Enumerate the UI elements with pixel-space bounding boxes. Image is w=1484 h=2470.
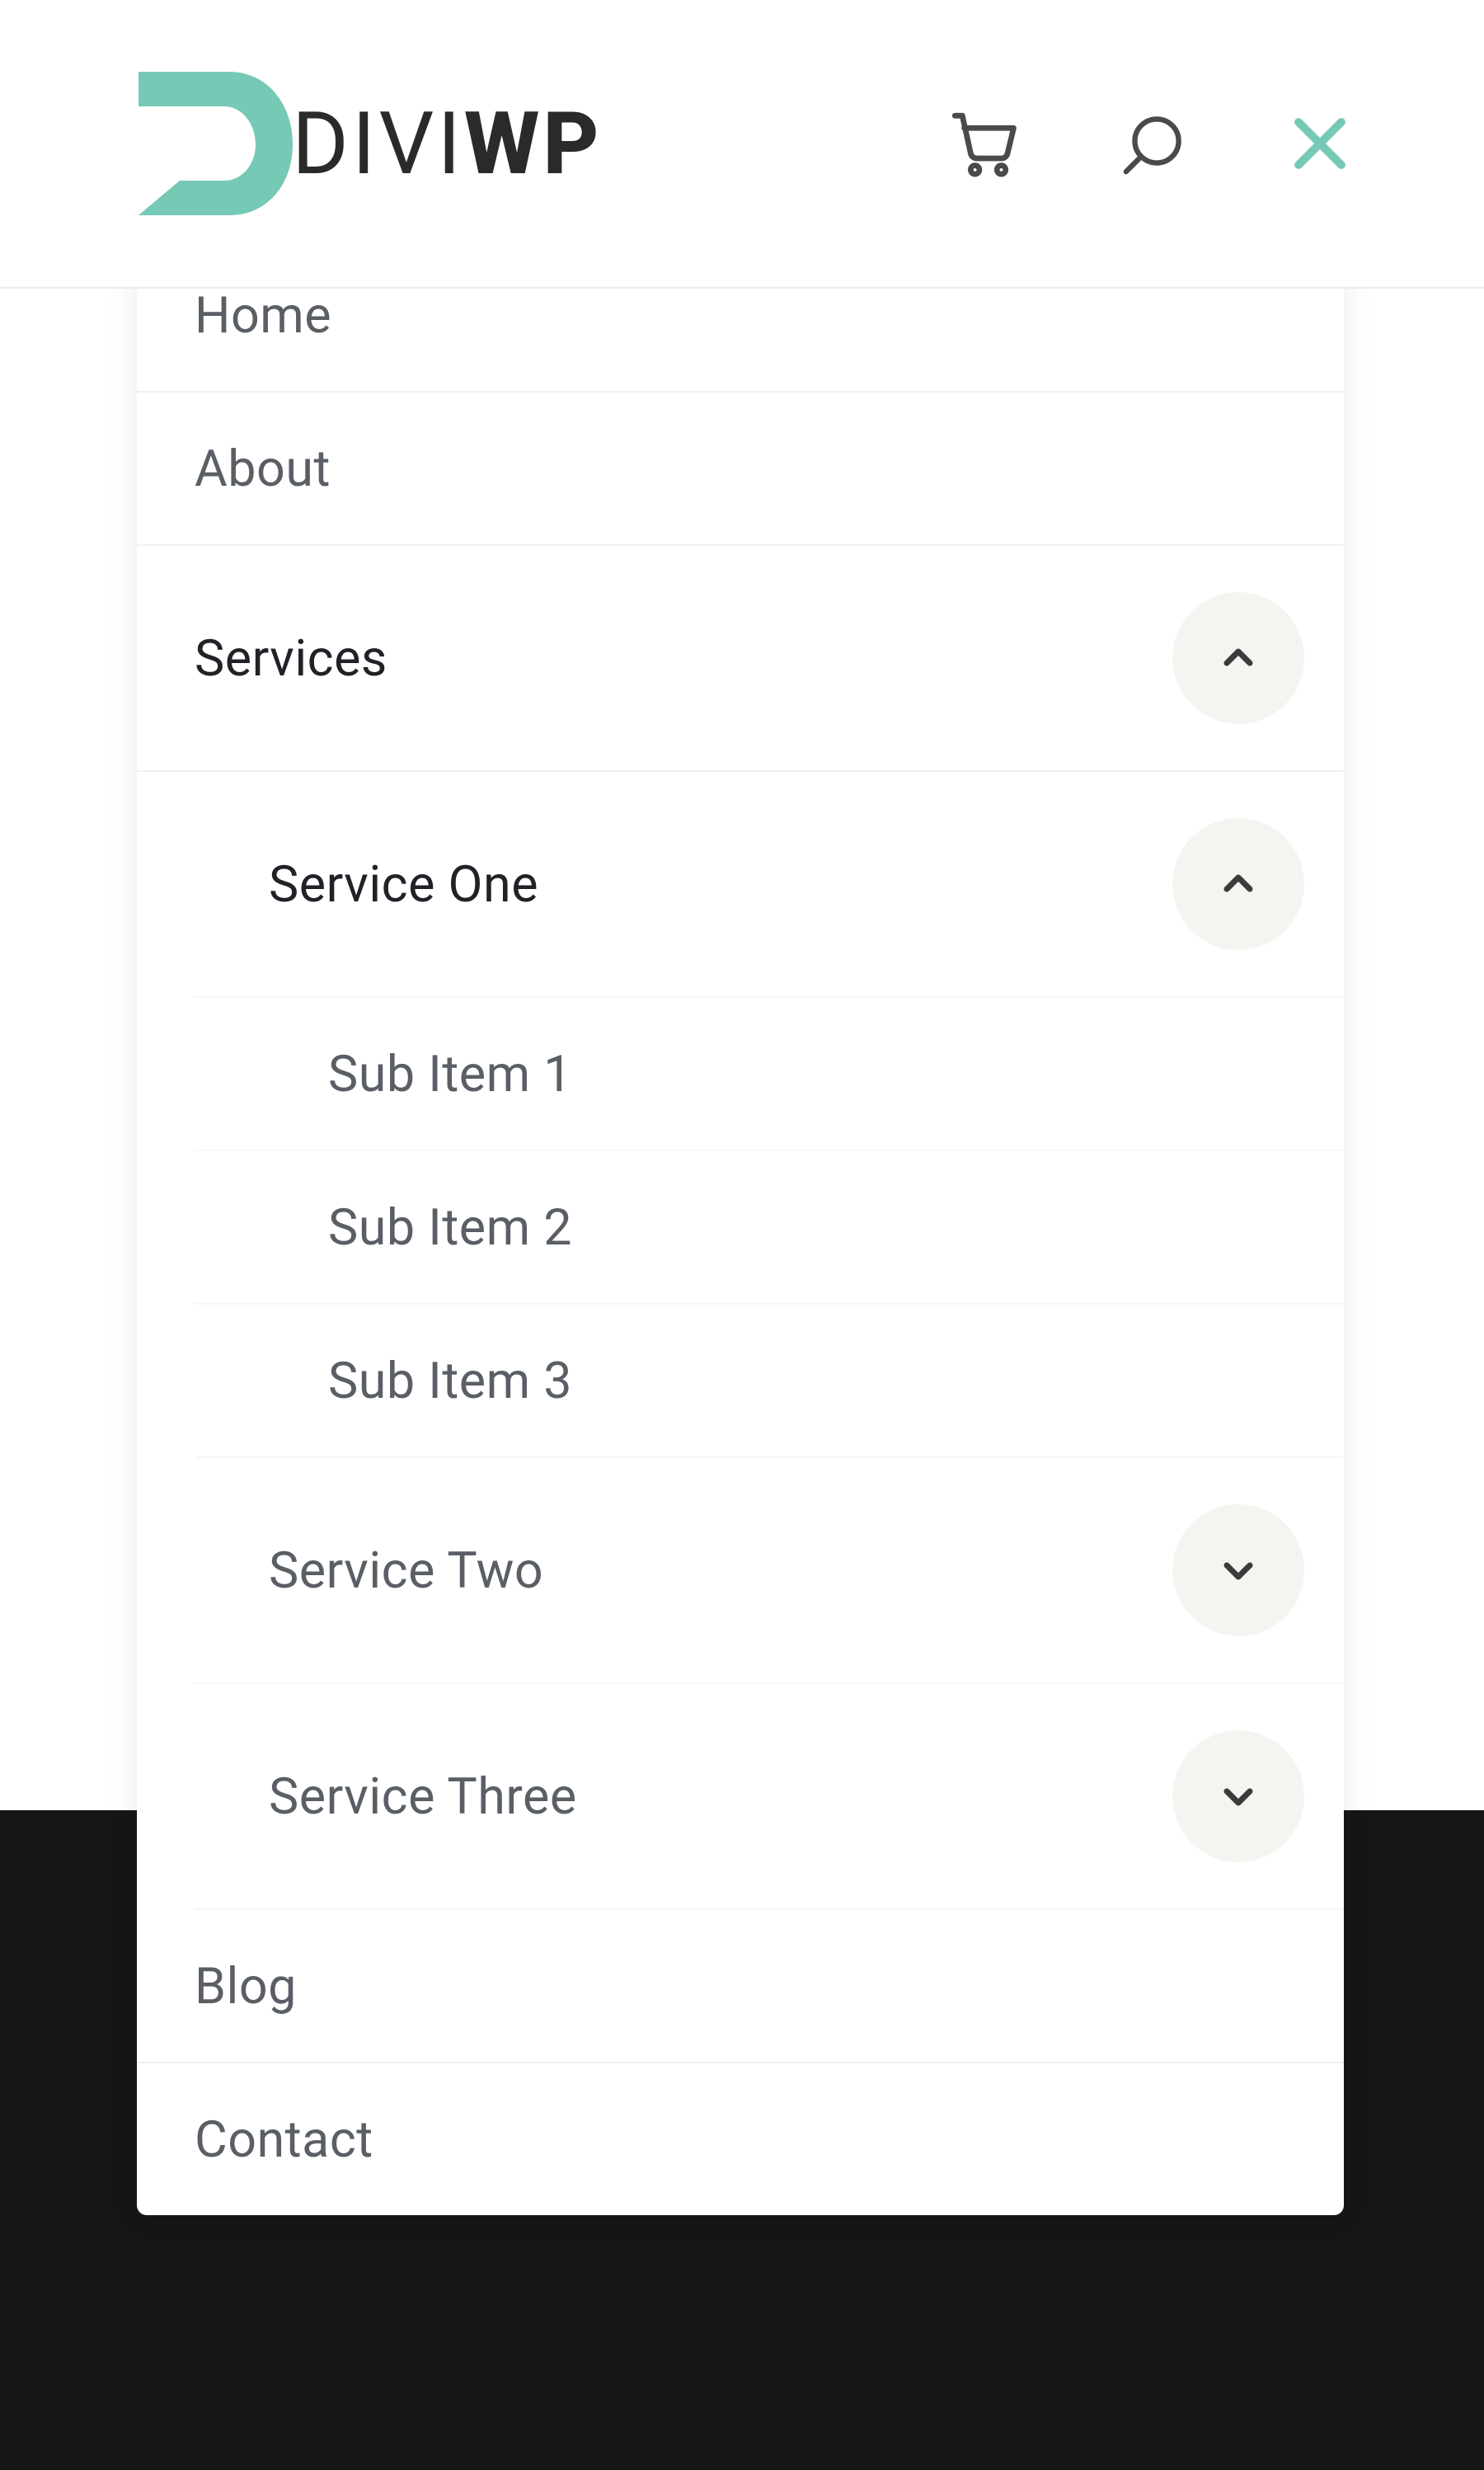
nav-item-label: Sub Item 3: [328, 1351, 572, 1410]
cart-icon[interactable]: [946, 106, 1020, 181]
nav-item-blog[interactable]: Blog: [137, 1910, 1344, 2063]
mobile-nav-menu: Home About Services Service One Sub Item…: [137, 239, 1344, 2215]
nav-item-label: Sub Item 2: [328, 1197, 572, 1257]
nav-item-label: Services: [195, 628, 387, 688]
nav-item-sub-1[interactable]: Sub Item 1: [195, 998, 1344, 1151]
expand-toggle[interactable]: [1172, 1504, 1304, 1636]
nav-item-service-three[interactable]: Service Three: [195, 1684, 1344, 1910]
header-actions: [946, 106, 1352, 181]
site-header: DIVIWP: [0, 0, 1484, 289]
nav-item-service-one[interactable]: Service One: [195, 772, 1344, 998]
nav-item-service-two[interactable]: Service Two: [195, 1458, 1344, 1684]
logo-text: DIVIWP: [292, 93, 603, 195]
nav-item-sub-3[interactable]: Sub Item 3: [195, 1305, 1344, 1458]
nav-item-label: Service Three: [269, 1767, 577, 1826]
nav-submenu-services: Service One Sub Item 1 Sub Item 2 Sub It…: [195, 772, 1344, 1910]
chevron-down-icon: [1219, 1550, 1258, 1590]
close-icon[interactable]: [1288, 111, 1352, 176]
nav-item-label: Sub Item 1: [328, 1044, 572, 1103]
nav-item-label: Service Two: [269, 1541, 543, 1600]
logo-mark-icon: [132, 65, 297, 222]
nav-item-services[interactable]: Services: [137, 546, 1344, 772]
nav-item-label: Contact: [195, 2110, 373, 2169]
search-icon[interactable]: [1119, 109, 1189, 179]
nav-item-label: Service One: [269, 854, 538, 914]
nav-item-contact[interactable]: Contact: [137, 2063, 1344, 2215]
nav-item-about[interactable]: About: [137, 393, 1344, 546]
logo-text-part1: DIVI: [292, 93, 464, 195]
nav-item-label: About: [195, 439, 331, 498]
nav-item-label: Blog: [195, 1956, 297, 2016]
collapse-toggle[interactable]: [1172, 818, 1304, 950]
expand-toggle[interactable]: [1172, 1730, 1304, 1862]
site-logo[interactable]: DIVIWP: [132, 65, 603, 222]
chevron-up-icon: [1219, 638, 1258, 678]
nav-item-sub-2[interactable]: Sub Item 2: [195, 1151, 1344, 1305]
chevron-up-icon: [1219, 864, 1258, 904]
collapse-toggle[interactable]: [1172, 592, 1304, 724]
logo-text-part2: WP: [464, 93, 603, 195]
nav-item-label: Home: [195, 285, 331, 345]
chevron-down-icon: [1219, 1776, 1258, 1816]
